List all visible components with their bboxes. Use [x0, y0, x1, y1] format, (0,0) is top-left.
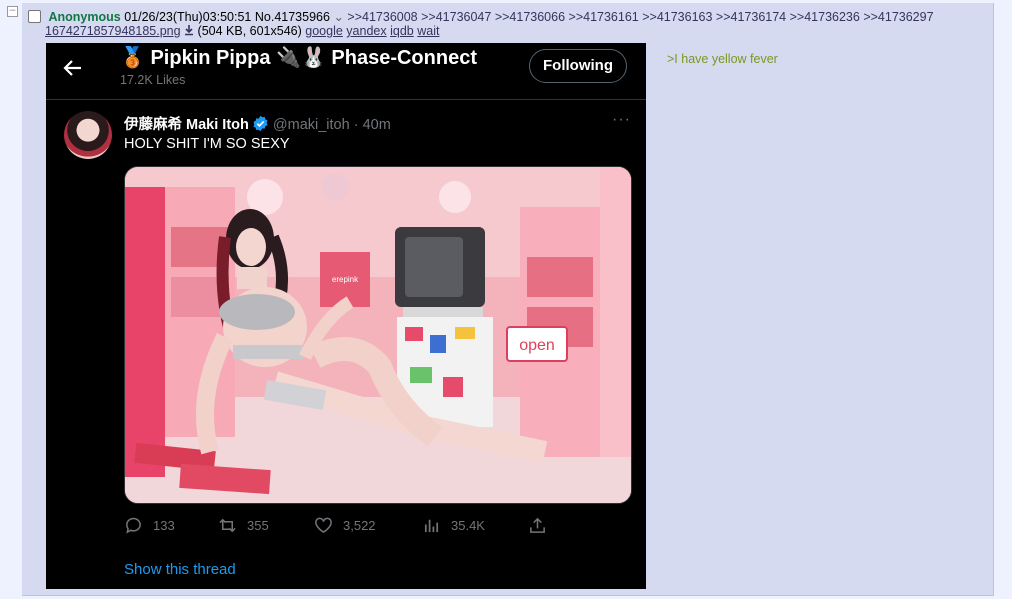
more-options-icon: ··· [612, 111, 631, 128]
view-count: 35.4K [451, 517, 485, 533]
post-comment: >I have yellow fever [667, 52, 778, 66]
backlink[interactable]: >>41736297 [863, 10, 933, 24]
back-arrow-icon [63, 60, 81, 76]
like-action: 3,522 [314, 514, 376, 536]
tweet-author: 伊藤麻希 Maki Itoh @maki_itoh · 40m [124, 113, 391, 134]
retweet-count: 355 [247, 517, 269, 533]
backlink[interactable]: >>41736236 [790, 10, 860, 24]
backlink[interactable]: >>41736066 [495, 10, 565, 24]
open-sign-text: open [519, 337, 555, 354]
search-iqdb-link[interactable]: iqdb [390, 24, 414, 38]
author-name: 伊藤麻希 Maki Itoh [124, 117, 249, 133]
tweet-header-likes: 17.2K Likes [120, 73, 186, 87]
author-avatar [64, 111, 112, 159]
post-header: Anonymous 01/26/23(Thu)03:50:51 No.41735… [28, 9, 934, 25]
photo-bag-text: erepink [332, 275, 359, 284]
download-icon[interactable] [184, 25, 194, 36]
file-details: (504 KB, 601x546) [197, 24, 302, 38]
post-menu-arrow[interactable]: ⌄ [333, 10, 343, 24]
collapse-toggle[interactable]: − [7, 6, 18, 17]
heart-icon [315, 517, 332, 533]
show-thread-link: Show this thread [124, 561, 236, 578]
views-action: 35.4K [422, 514, 485, 536]
file-info: 1674271857948185.png (504 KB, 601x546) g… [45, 24, 439, 38]
retweet-icon [219, 518, 236, 532]
tweet-actions: 133 355 3,522 35.4K [124, 514, 630, 538]
reply-icon [126, 517, 141, 534]
tweet-topbar: 🥉 Pipkin Pippa 🔌🐰 Phase-Connect 17.2K Li… [46, 43, 646, 100]
post-number[interactable]: No.41735966 [255, 10, 330, 24]
verified-badge-icon [253, 115, 268, 132]
backlink[interactable]: >>41736008 [347, 10, 417, 24]
search-google-link[interactable]: google [305, 24, 343, 38]
backlink[interactable]: >>41736174 [716, 10, 786, 24]
post-select-checkbox[interactable] [28, 10, 41, 23]
retweet-action: 355 [218, 514, 269, 536]
poster-name: Anonymous [48, 10, 121, 24]
reply-post: Anonymous 01/26/23(Thu)03:50:51 No.41735… [22, 3, 994, 596]
tweet-header-title: 🥉 Pipkin Pippa 🔌🐰 Phase-Connect [120, 47, 477, 69]
backlink[interactable]: >>41736161 [569, 10, 639, 24]
tweet-text: HOLY SHIT I'M SO SEXY [124, 136, 290, 152]
backlink[interactable]: >>41736163 [642, 10, 712, 24]
share-action [528, 514, 557, 536]
following-button: Following [529, 49, 627, 83]
search-wait-link[interactable]: wait [417, 24, 439, 38]
views-chart-icon [424, 519, 439, 532]
share-icon [530, 517, 545, 533]
like-count: 3,522 [343, 517, 376, 533]
file-link[interactable]: 1674271857948185.png [45, 24, 181, 38]
tweet-photo: open erepink [124, 166, 632, 504]
author-handle-time: @maki_itoh · 40m [272, 117, 391, 133]
reply-count: 133 [153, 517, 175, 533]
search-yandex-link[interactable]: yandex [346, 24, 386, 38]
backlink[interactable]: >>41736047 [421, 10, 491, 24]
reply-action: 133 [124, 514, 175, 536]
post-image-thumbnail[interactable]: 🥉 Pipkin Pippa 🔌🐰 Phase-Connect 17.2K Li… [46, 43, 646, 589]
post-datetime: 01/26/23(Thu)03:50:51 [124, 10, 252, 24]
